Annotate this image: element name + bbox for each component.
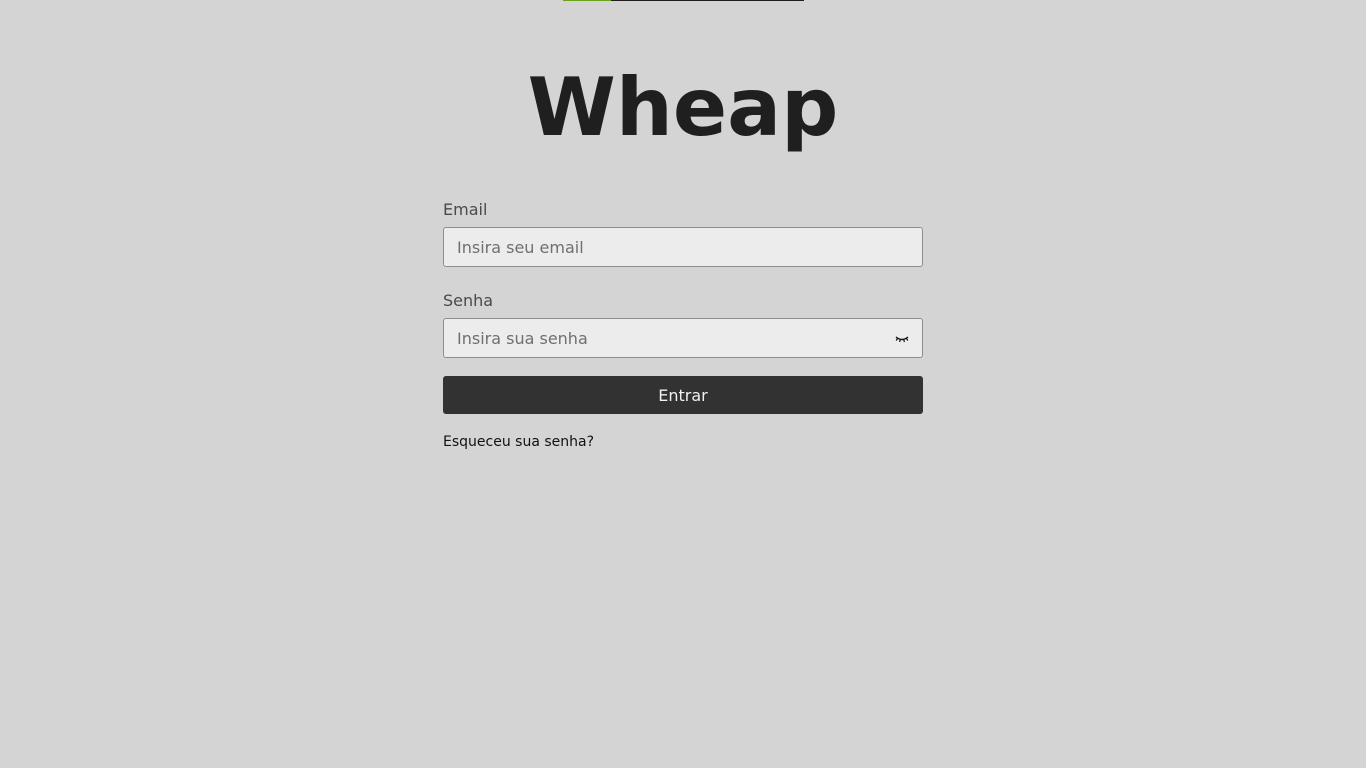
loading-progress-fill xyxy=(563,0,612,1)
email-group: Email xyxy=(443,198,923,267)
forgot-password-link[interactable]: Esqueceu sua senha? xyxy=(443,433,594,451)
password-input[interactable] xyxy=(444,319,922,357)
email-input-wrapper xyxy=(443,227,923,267)
eye-closed-icon[interactable] xyxy=(894,331,910,345)
password-group: Senha xyxy=(443,289,923,358)
email-input[interactable] xyxy=(444,228,922,266)
loading-progress-bar xyxy=(563,0,804,1)
email-label: Email xyxy=(443,200,488,219)
app-logo: Wheap xyxy=(527,61,839,154)
password-label: Senha xyxy=(443,291,494,310)
login-submit-button[interactable]: Entrar xyxy=(443,376,923,414)
login-form: Email Senha Entrar Esqueceu sua senha? xyxy=(443,198,923,451)
password-input-wrapper xyxy=(443,318,923,358)
